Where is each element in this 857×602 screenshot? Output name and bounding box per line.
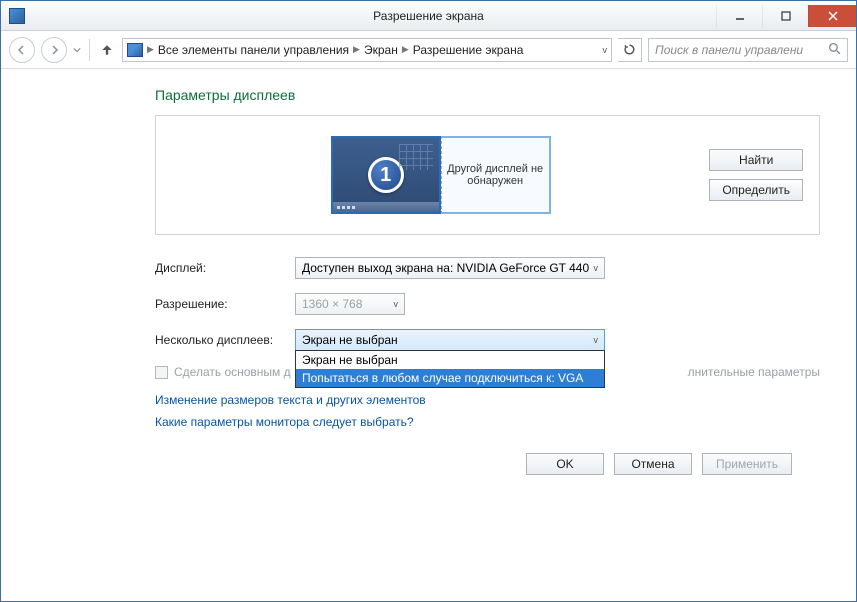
refresh-button[interactable] [618,38,642,62]
separator [89,39,90,61]
identify-button[interactable]: Определить [709,179,803,201]
titlebar: Разрешение экрана [1,1,856,31]
apply-button: Применить [702,453,792,475]
display-label: Дисплей: [155,261,295,275]
display-arrangement-panel: 1 Другой дисплей не обнаружен Найти Опре… [155,115,820,235]
close-button[interactable] [808,5,856,27]
breadcrumb-mid[interactable]: Экран [364,43,398,57]
breadcrumb-leaf[interactable]: Разрешение экрана [413,43,524,57]
search-placeholder: Поиск в панели управлени [655,43,803,57]
chevron-down-icon: v [394,299,399,309]
chevron-down-icon: v [594,263,599,273]
find-button[interactable]: Найти [709,149,803,171]
search-input[interactable]: Поиск в панели управлени [648,38,848,62]
make-primary-label: Сделать основным д [174,365,291,379]
which-settings-link[interactable]: Какие параметры монитора следует выбрать… [155,415,832,429]
cancel-button[interactable]: Отмена [614,453,692,475]
chevron-right-icon: ▶ [147,44,154,55]
monitor-1[interactable]: 1 [331,136,441,214]
maximize-button[interactable] [762,5,808,27]
dropdown-option[interactable]: Попытаться в любом случае подключиться к… [296,369,604,387]
address-dropdown-icon[interactable]: v [603,45,608,55]
multiple-displays-select[interactable]: Экран не выбран v Экран не выбран Попыта… [295,329,605,351]
advanced-settings-link: лнительные параметры [688,365,820,379]
breadcrumb-root[interactable]: Все элементы панели управления [158,43,349,57]
page-title: Параметры дисплеев [155,87,832,103]
resolution-select: 1360 × 768 v [295,293,405,315]
chevron-right-icon: ▶ [402,44,409,55]
dropdown-option[interactable]: Экран не выбран [296,351,604,369]
address-bar[interactable]: ▶ Все элементы панели управления ▶ Экран… [122,38,612,62]
ok-button[interactable]: OK [526,453,604,475]
display-select[interactable]: Доступен выход экрана на: NVIDIA GeForce… [295,257,605,279]
chevron-right-icon: ▶ [353,44,360,55]
minimize-button[interactable] [716,5,762,27]
resolution-label: Разрешение: [155,297,295,311]
multiple-displays-dropdown: Экран не выбран Попытаться в любом случа… [295,350,605,388]
back-button[interactable] [9,37,35,63]
history-dropdown-icon[interactable] [73,46,81,54]
chevron-down-icon: v [594,335,599,345]
control-panel-icon [127,43,143,57]
monitor-grid-icon [399,144,433,170]
make-primary-checkbox [155,366,168,379]
resize-text-link[interactable]: Изменение размеров текста и других элеме… [155,393,832,407]
toolbar: ▶ Все элементы панели управления ▶ Экран… [1,31,856,69]
multiple-displays-label: Несколько дисплеев: [155,333,295,347]
up-button[interactable] [100,43,114,57]
app-icon [9,8,25,24]
forward-button[interactable] [41,37,67,63]
monitor-not-detected[interactable]: Другой дисплей не обнаружен [441,136,551,214]
search-icon [828,42,841,58]
